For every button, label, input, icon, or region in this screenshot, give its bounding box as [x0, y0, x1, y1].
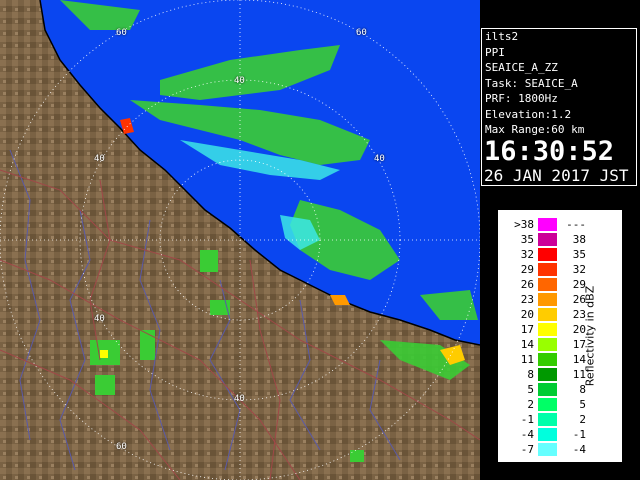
- elevation-value: Elevation:1.2: [485, 107, 572, 121]
- radar-ppi-display: 60 60 40 40 40 40 40 60: [0, 0, 480, 480]
- legend-low-value: 29: [520, 263, 534, 276]
- legend-low-value: -1: [520, 413, 534, 426]
- reflectivity-legend: >38 --- 35 38 32 35 29 32 26 29 23 26 20 23 17 20 14 17 11…: [498, 210, 622, 462]
- legend-row: 35 38: [498, 233, 622, 246]
- legend-high-value: 29: [572, 278, 586, 291]
- legend-color-swatch: [538, 323, 557, 336]
- legend-row: 58: [498, 383, 622, 396]
- legend-row: 20 23: [498, 308, 622, 321]
- legend-high-value: -4: [572, 443, 586, 456]
- station-name: ilts2: [485, 30, 519, 43]
- legend-color-swatch: [538, 278, 557, 291]
- scan-time: 16:30:52: [484, 135, 615, 167]
- legend-row: 26 29: [498, 278, 622, 291]
- legend-low-value: -7: [520, 443, 534, 456]
- legend-row: 17 20: [498, 323, 622, 336]
- legend-color-swatch: [538, 218, 557, 231]
- scan-date: 26 JAN 2017 JST: [484, 165, 629, 185]
- legend-low-value: >38: [514, 218, 534, 231]
- legend-color-swatch: [538, 293, 557, 306]
- legend-low-value: 17: [520, 323, 534, 336]
- ring-label: 40: [94, 314, 105, 324]
- legend-high-value: 35: [572, 248, 586, 261]
- radar-map: [0, 0, 480, 480]
- ring-label: 60: [116, 442, 127, 452]
- legend-color-swatch: [538, 398, 557, 411]
- ring-label: 60: [356, 28, 367, 38]
- legend-high-value: 26: [572, 293, 586, 306]
- legend-color-swatch: [538, 233, 557, 246]
- legend-row: 23 26: [498, 293, 622, 306]
- legend-color-swatch: [538, 383, 557, 396]
- legend-color-swatch: [538, 338, 557, 351]
- ring-label: 40: [234, 394, 245, 404]
- legend-low-value: 2: [527, 398, 534, 411]
- legend-high-value: -1: [572, 428, 586, 441]
- legend-row: -1 2: [498, 413, 622, 426]
- legend-high-value: 11: [572, 368, 586, 381]
- field-name: SEAICE_A_ZZ: [485, 61, 558, 74]
- legend-row: 25: [498, 398, 622, 411]
- legend-color-swatch: [538, 443, 557, 456]
- legend-high-value: 8: [579, 383, 586, 396]
- legend-low-value: 23: [520, 293, 534, 306]
- legend-low-value: 26: [520, 278, 534, 291]
- ring-label: 40: [234, 76, 245, 86]
- legend-color-swatch: [538, 353, 557, 366]
- legend-high-value: 20: [572, 323, 586, 336]
- legend-color-swatch: [538, 263, 557, 276]
- legend-row: 14 17: [498, 338, 622, 351]
- legend-row: >38 ---: [498, 218, 622, 231]
- legend-color-swatch: [538, 368, 557, 381]
- legend-color-swatch: [538, 248, 557, 261]
- legend-high-value: 38: [572, 233, 586, 246]
- legend-low-value: 5: [527, 383, 534, 396]
- prf-value: PRF: 1800Hz: [485, 92, 558, 105]
- legend-row: 32 35: [498, 248, 622, 261]
- legend-row: 29 32: [498, 263, 622, 276]
- legend-row: -7 -4: [498, 443, 622, 456]
- legend-low-value: 20: [520, 308, 534, 321]
- legend-low-value: 35: [520, 233, 534, 246]
- legend-low-value: 14: [520, 338, 534, 351]
- legend-row: -4 -1: [498, 428, 622, 441]
- info-panel: ilts2 PPI SEAICE_A_ZZ Task: SEAICE_A PRF…: [481, 28, 637, 186]
- product-type: PPI: [485, 45, 505, 59]
- legend-high-value: 23: [572, 308, 586, 321]
- legend-high-value: 14: [572, 353, 586, 366]
- legend-row: 8 11: [498, 368, 622, 381]
- legend-row: 11 14: [498, 353, 622, 366]
- legend-title: Reflectivity in dBZ: [583, 285, 597, 387]
- legend-high-value: 17: [572, 338, 586, 351]
- legend-low-value: 11: [520, 353, 534, 366]
- legend-high-value: 5: [579, 398, 586, 411]
- ring-label: 40: [374, 154, 385, 164]
- legend-high-value: 2: [579, 413, 586, 426]
- legend-high-value: ---: [566, 218, 586, 231]
- legend-low-value: 8: [527, 368, 534, 381]
- ring-label: 40: [94, 154, 105, 164]
- legend-color-swatch: [538, 308, 557, 321]
- legend-color-swatch: [538, 413, 557, 426]
- task-name: Task: SEAICE_A: [485, 76, 578, 90]
- legend-low-value: 32: [520, 248, 534, 261]
- legend-low-value: -4: [520, 428, 534, 441]
- legend-high-value: 32: [572, 263, 586, 276]
- ring-label: 60: [116, 28, 127, 38]
- legend-color-swatch: [538, 428, 557, 441]
